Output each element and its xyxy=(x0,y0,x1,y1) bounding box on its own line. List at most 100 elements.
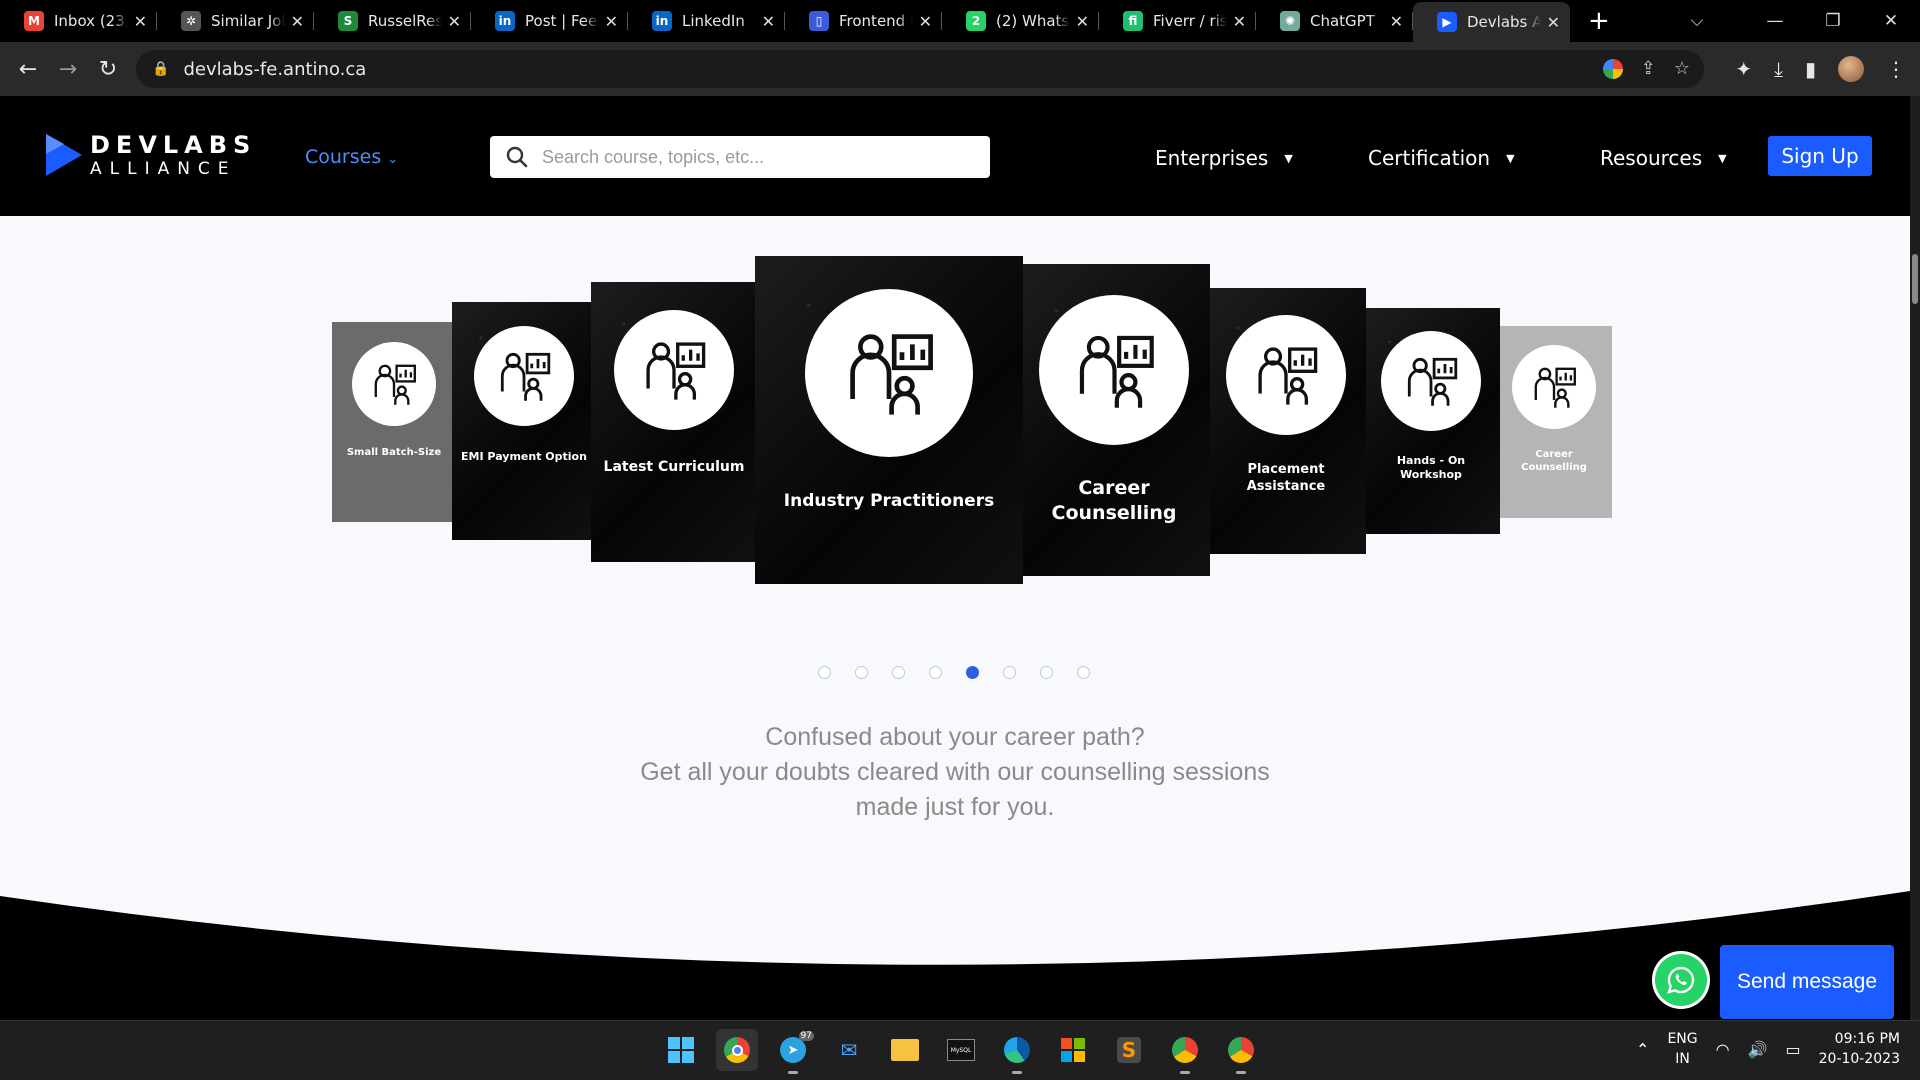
nav-enterprises[interactable]: Enterprises ▼ xyxy=(1155,146,1293,170)
tab-close-icon[interactable]: ✕ xyxy=(1547,13,1560,32)
feature-card[interactable]: Small Batch-Size xyxy=(332,322,456,522)
browser-tab[interactable]: fi Fiverr / rish ✕ xyxy=(1099,0,1256,42)
devlabs-logo[interactable]: DEVLABS ALLIANCE xyxy=(44,130,256,180)
sublime-text-icon[interactable]: S xyxy=(1108,1029,1150,1071)
wifi-icon[interactable]: ◠ xyxy=(1716,1040,1730,1059)
feature-card[interactable]: Latest Curriculum xyxy=(591,282,757,562)
caret-down-icon: ▼ xyxy=(1506,151,1515,165)
browser-tab-bar: M Inbox (23,7 ✕ ✲ Similar Jobs ✕ S RusselResume… xyxy=(0,0,1920,42)
carousel-dot[interactable] xyxy=(818,666,831,679)
lock-icon[interactable]: 🔒 xyxy=(152,61,169,77)
edge-icon[interactable] xyxy=(996,1029,1038,1074)
tab-search-icon[interactable]: ⌵ xyxy=(1668,11,1726,31)
nav-resources[interactable]: Resources ▼ xyxy=(1600,146,1727,170)
chrome-profile-2-icon[interactable] xyxy=(1220,1029,1262,1074)
search-box[interactable] xyxy=(490,136,990,178)
feature-card[interactable]: Career Counselling xyxy=(1018,264,1210,576)
forward-icon[interactable]: → xyxy=(48,57,88,82)
telegram-icon[interactable]: ➤ 97 xyxy=(772,1029,814,1074)
feature-card-label: EMI Payment Option xyxy=(461,450,587,463)
tagline-line2: Get all your doubts cleared with our cou… xyxy=(640,758,1270,786)
browser-tab[interactable]: in Post | Feed ✕ xyxy=(471,0,628,42)
download-icon[interactable]: ⤓ xyxy=(1774,57,1783,81)
nav-certification[interactable]: Certification ▼ xyxy=(1368,146,1515,170)
browser-tab[interactable]: 2 (2) WhatsApp ✕ xyxy=(942,0,1099,42)
google-lens-icon[interactable] xyxy=(1602,58,1623,79)
tab-close-icon[interactable]: ✕ xyxy=(1076,12,1089,31)
nav-enterprises-label: Enterprises xyxy=(1155,146,1269,170)
tab-close-icon[interactable]: ✕ xyxy=(134,12,147,31)
tab-close-icon[interactable]: ✕ xyxy=(448,12,461,31)
tab-close-icon[interactable]: ✕ xyxy=(605,12,618,31)
window-close-icon[interactable]: ✕ xyxy=(1862,11,1920,31)
reload-icon[interactable]: ↻ xyxy=(88,57,128,82)
clock-time: 09:16 PM xyxy=(1834,1031,1900,1047)
file-explorer-icon[interactable] xyxy=(884,1029,926,1071)
carousel-dot[interactable] xyxy=(892,666,905,679)
feature-card[interactable]: EMI Payment Option xyxy=(452,302,596,540)
restore-icon[interactable]: ❐ xyxy=(1804,11,1862,31)
tagline-line3: made just for you. xyxy=(855,793,1055,821)
side-panel-icon[interactable]: ▮ xyxy=(1805,57,1816,81)
search-input[interactable] xyxy=(542,146,962,168)
bookmark-star-icon[interactable]: ☆ xyxy=(1674,58,1690,79)
tab-close-icon[interactable]: ✕ xyxy=(1233,12,1246,31)
scrollbar-thumb[interactable] xyxy=(1912,254,1918,304)
browser-tab[interactable]: M Inbox (23,7 ✕ xyxy=(0,0,157,42)
tab-close-icon[interactable]: ✕ xyxy=(762,12,775,31)
browser-tab[interactable]: S RusselResume ✕ xyxy=(314,0,471,42)
whatsapp-chat-button[interactable] xyxy=(1655,954,1707,1006)
office-apps-icon[interactable] xyxy=(1052,1029,1094,1071)
share-icon[interactable]: ⇪ xyxy=(1641,58,1656,79)
tab-close-icon[interactable]: ✕ xyxy=(919,12,932,31)
volume-icon[interactable]: 🔊 xyxy=(1748,1040,1768,1059)
extensions-icon[interactable]: ✦ xyxy=(1735,57,1752,81)
chevron-down-icon: ⌄ xyxy=(387,152,399,167)
back-icon[interactable]: ← xyxy=(8,57,48,82)
address-bar[interactable]: 🔒 devlabs-fe.antino.ca ⇪ ☆ xyxy=(136,50,1704,88)
chatgpt-icon: ✺ xyxy=(1280,11,1300,31)
carousel-dot[interactable] xyxy=(1003,666,1016,679)
minimize-icon[interactable]: — xyxy=(1746,11,1804,31)
whatsapp-icon xyxy=(1667,966,1695,994)
carousel-dot[interactable] xyxy=(855,666,868,679)
tab-close-icon[interactable]: ✕ xyxy=(1390,12,1403,31)
signup-button[interactable]: Sign Up xyxy=(1768,136,1872,176)
page-scrollbar[interactable] xyxy=(1910,96,1920,1020)
tray-expand-icon[interactable]: ⌃ xyxy=(1636,1040,1649,1059)
windows-start-icon[interactable] xyxy=(660,1029,702,1071)
courses-dropdown[interactable]: Courses ⌄ xyxy=(305,146,398,168)
toolbar-actions: ✦ ⤓ ▮ ⋮ xyxy=(1735,42,1906,96)
chrome-taskbar-icon[interactable] xyxy=(716,1029,758,1071)
browser-tab[interactable]: ▯ Frontend Dev ✕ xyxy=(785,0,942,42)
leaf-icon: S xyxy=(338,11,358,31)
logo-line2: ALLIANCE xyxy=(90,158,237,179)
language-indicator[interactable]: ENG IN xyxy=(1667,1029,1697,1069)
feature-card[interactable]: Hands - On Workshop xyxy=(1362,308,1500,534)
mail-icon[interactable]: ✉ xyxy=(828,1029,870,1071)
carousel-dot[interactable] xyxy=(1040,666,1053,679)
battery-icon[interactable]: ▭ xyxy=(1786,1040,1801,1059)
browser-tab[interactable]: ▶ Devlabs Alliance ✕ xyxy=(1413,2,1570,42)
feature-card[interactable]: Career Counselling xyxy=(1496,326,1612,518)
chrome-profile-icon[interactable] xyxy=(1164,1029,1206,1074)
site-header: DEVLABS ALLIANCE Courses ⌄ Enterprises ▼… xyxy=(0,96,1910,216)
feature-card[interactable]: Industry Practitioners xyxy=(755,256,1023,584)
tab-close-icon[interactable]: ✕ xyxy=(291,12,304,31)
url-text: devlabs-fe.antino.ca xyxy=(183,58,367,80)
send-message-button[interactable]: Send message xyxy=(1720,945,1894,1019)
clock[interactable]: 09:16 PM 20-10-2023 xyxy=(1819,1029,1900,1069)
browser-tab[interactable]: ✺ ChatGPT ✕ xyxy=(1256,0,1413,42)
browser-tab[interactable]: ✲ Similar Jobs ✕ xyxy=(157,0,314,42)
carousel-dot[interactable] xyxy=(1077,666,1090,679)
tagline-line1: Confused about your career path? xyxy=(765,723,1145,751)
carousel-dot[interactable] xyxy=(966,666,979,679)
new-tab-button[interactable]: + xyxy=(1588,6,1610,36)
mysql-icon[interactable]: MySQL xyxy=(940,1029,982,1071)
feature-card[interactable]: Placement Assistance xyxy=(1206,288,1366,554)
profile-avatar[interactable] xyxy=(1838,56,1864,82)
hand-gear-icon xyxy=(1381,331,1481,431)
carousel-dot[interactable] xyxy=(929,666,942,679)
browser-tab[interactable]: in LinkedIn ✕ xyxy=(628,0,785,42)
menu-kebab-icon[interactable]: ⋮ xyxy=(1886,57,1906,81)
